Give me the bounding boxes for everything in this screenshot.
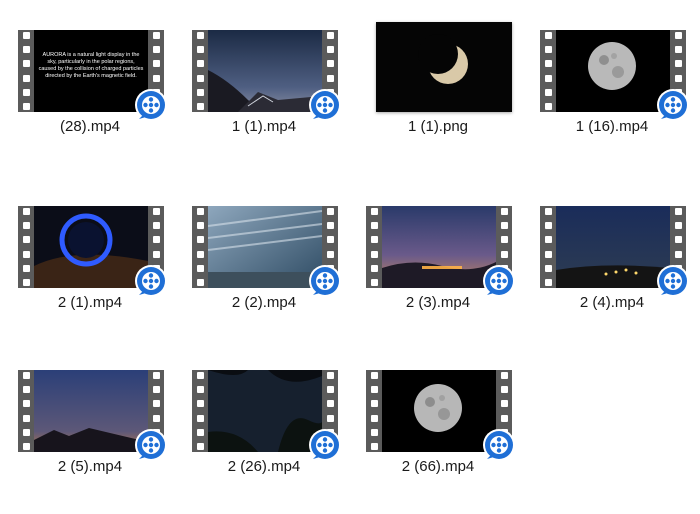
file-item[interactable]: 1 (1).png [350, 6, 512, 146]
video-thumbnail [192, 362, 341, 461]
video-player-icon [483, 429, 515, 461]
video-thumbnail [366, 198, 515, 297]
file-item[interactable]: 2 (4).mp4 [524, 182, 689, 322]
video-thumbnail [366, 362, 515, 461]
video-thumbnail [540, 22, 689, 121]
file-name: (28).mp4 [59, 118, 121, 135]
video-player-icon [309, 429, 341, 461]
file-item[interactable]: 2 (26).mp4 [176, 346, 341, 486]
video-thumbnail [192, 198, 341, 297]
video-player-icon [309, 265, 341, 297]
image-thumbnail [366, 22, 512, 112]
file-name: 2 (1).mp4 [57, 294, 123, 311]
file-name: 2 (4).mp4 [579, 294, 645, 311]
video-player-icon [135, 265, 167, 297]
video-player-icon [483, 265, 515, 297]
video-player-icon [135, 429, 167, 461]
file-item[interactable]: 2 (3).mp4 [350, 182, 515, 322]
file-item[interactable]: AURORA is a natural light display in the… [2, 6, 167, 146]
file-name: 2 (2).mp4 [231, 294, 297, 311]
video-thumbnail: AURORA is a natural light display in the… [18, 22, 167, 121]
file-name: 2 (3).mp4 [405, 294, 471, 311]
video-player-icon [135, 89, 167, 121]
video-player-icon [309, 89, 341, 121]
file-item[interactable]: 1 (1).mp4 [176, 6, 341, 146]
file-name: 1 (16).mp4 [575, 118, 649, 135]
file-item[interactable]: 2 (1).mp4 [2, 182, 167, 322]
video-player-icon [657, 89, 689, 121]
file-name: 1 (1).png [407, 118, 469, 135]
file-item[interactable]: 1 (16).mp4 [524, 6, 689, 146]
file-name: 1 (1).mp4 [231, 118, 297, 135]
video-thumbnail [18, 198, 167, 297]
file-item[interactable]: 2 (2).mp4 [176, 182, 341, 322]
video-thumbnail [18, 362, 167, 461]
file-name: 2 (26).mp4 [227, 458, 301, 475]
file-grid: AURORA is a natural light display in the… [0, 0, 700, 514]
video-thumbnail [540, 198, 689, 297]
video-player-icon [657, 265, 689, 297]
thumbnail-caption: AURORA is a natural light display in the… [38, 52, 144, 79]
file-name: 2 (66).mp4 [401, 458, 475, 475]
file-name: 2 (5).mp4 [57, 458, 123, 475]
file-item[interactable]: 2 (66).mp4 [350, 346, 515, 486]
file-item[interactable]: 2 (5).mp4 [2, 346, 167, 486]
video-thumbnail [192, 22, 341, 121]
